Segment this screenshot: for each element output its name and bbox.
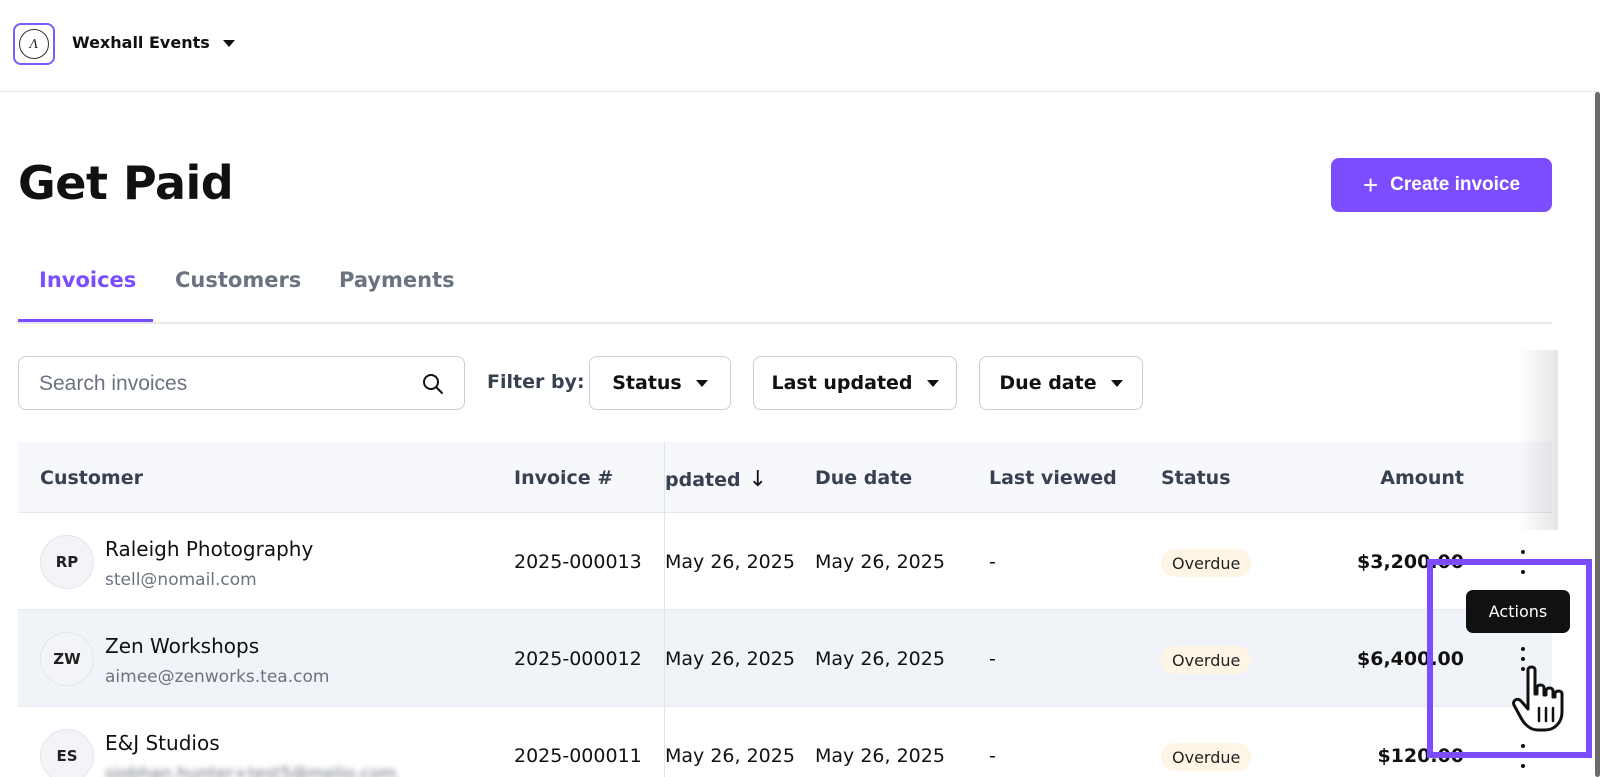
create-invoice-label: Create invoice <box>1390 174 1521 195</box>
org-logo-icon: Ʌ <box>19 29 49 59</box>
invoice-amount: $3,200.00 <box>1357 551 1464 573</box>
due-date: May 26, 2025 <box>815 745 945 767</box>
plus-icon: + <box>1362 170 1379 200</box>
invoices-table: Customer Invoice # pdated ↓ Due date Last… <box>18 442 1552 777</box>
invoice-amount: $120.00 <box>1377 745 1464 767</box>
chevron-down-icon <box>1110 379 1123 387</box>
customer-email: siobhan.hunter+test5@melio.com <box>105 764 397 777</box>
last-updated-date: May 26, 2025 <box>665 648 795 670</box>
sticky-column-divider <box>664 442 665 777</box>
invoice-number: 2025-000013 <box>514 551 642 573</box>
filter-label: Filter by: <box>487 371 585 393</box>
customer-email: aimee@zenworks.tea.com <box>105 667 330 687</box>
invoice-number: 2025-000011 <box>514 745 642 767</box>
column-header-last-updated-label: pdated <box>665 469 741 491</box>
last-updated-filter-button[interactable]: Last updated <box>753 356 957 410</box>
avatar: RP <box>40 535 94 589</box>
active-tab-indicator <box>18 319 153 322</box>
column-header-status[interactable]: Status <box>1161 467 1231 489</box>
column-header-customer[interactable]: Customer <box>40 467 143 489</box>
hand-cursor-icon <box>1512 665 1564 732</box>
status-badge: Overdue <box>1161 646 1252 674</box>
status-filter-label: Status <box>612 372 682 394</box>
due-date-filter-label: Due date <box>999 372 1097 394</box>
customer-email: stell@nomail.com <box>105 570 257 590</box>
tab-customers[interactable]: Customers <box>175 268 301 292</box>
table-header: Customer Invoice # pdated ↓ Due date Last… <box>18 442 1552 513</box>
invoice-number: 2025-000012 <box>514 648 642 670</box>
search-box[interactable] <box>18 356 465 410</box>
table-row[interactable]: ES E&J Studios siobhan.hunter+test5@meli… <box>18 707 1552 777</box>
tab-invoices[interactable]: Invoices <box>39 268 136 292</box>
sort-down-arrow-icon: ↓ <box>748 467 768 492</box>
more-vertical-icon[interactable] <box>1516 741 1530 771</box>
last-updated-filter-label: Last updated <box>771 372 913 394</box>
status-badge: Overdue <box>1161 549 1252 577</box>
tab-payments[interactable]: Payments <box>339 268 455 292</box>
chevron-down-icon <box>695 379 708 387</box>
page-scrollbar[interactable] <box>1595 92 1600 777</box>
due-date: May 26, 2025 <box>815 551 945 573</box>
status-filter-button[interactable]: Status <box>589 356 731 410</box>
column-header-due-date[interactable]: Due date <box>815 467 912 489</box>
top-bar: Ʌ Wexhall Events <box>0 0 1600 92</box>
avatar: ES <box>40 729 94 777</box>
customer-name: Zen Workshops <box>105 634 260 658</box>
column-header-invoice[interactable]: Invoice # <box>514 467 613 489</box>
last-viewed: - <box>989 551 996 573</box>
due-date-filter-button[interactable]: Due date <box>979 356 1143 410</box>
status-badge: Overdue <box>1161 743 1252 771</box>
due-date: May 26, 2025 <box>815 648 945 670</box>
actions-tooltip: Actions <box>1466 590 1570 633</box>
last-viewed: - <box>989 745 996 767</box>
chevron-down-icon <box>926 379 939 387</box>
customer-name: E&J Studios <box>105 731 220 755</box>
scroll-shadow <box>1518 350 1558 530</box>
last-updated-date: May 26, 2025 <box>665 551 795 573</box>
column-header-last-viewed[interactable]: Last viewed <box>989 467 1117 489</box>
table-row[interactable]: ZW Zen Workshops aimee@zenworks.tea.com … <box>18 610 1552 707</box>
org-name[interactable]: Wexhall Events <box>72 33 210 52</box>
customer-name: Raleigh Photography <box>105 537 314 561</box>
more-vertical-icon[interactable] <box>1516 547 1530 577</box>
table-row[interactable]: RP Raleigh Photography stell@nomail.com … <box>18 513 1552 610</box>
create-invoice-button[interactable]: + Create invoice <box>1331 158 1552 212</box>
chevron-down-icon[interactable] <box>223 40 235 47</box>
invoice-amount: $6,400.00 <box>1357 648 1464 670</box>
column-header-amount[interactable]: Amount <box>1380 467 1464 489</box>
last-updated-date: May 26, 2025 <box>665 745 795 767</box>
search-input[interactable] <box>39 369 399 399</box>
last-viewed: - <box>989 648 996 670</box>
search-icon[interactable] <box>421 372 445 396</box>
avatar: ZW <box>40 632 94 686</box>
org-logo[interactable]: Ʌ <box>13 23 55 65</box>
column-header-last-updated[interactable]: pdated ↓ <box>665 467 767 492</box>
tab-bar: Invoices Customers Payments <box>18 262 1552 324</box>
page-title: Get Paid <box>18 156 234 210</box>
